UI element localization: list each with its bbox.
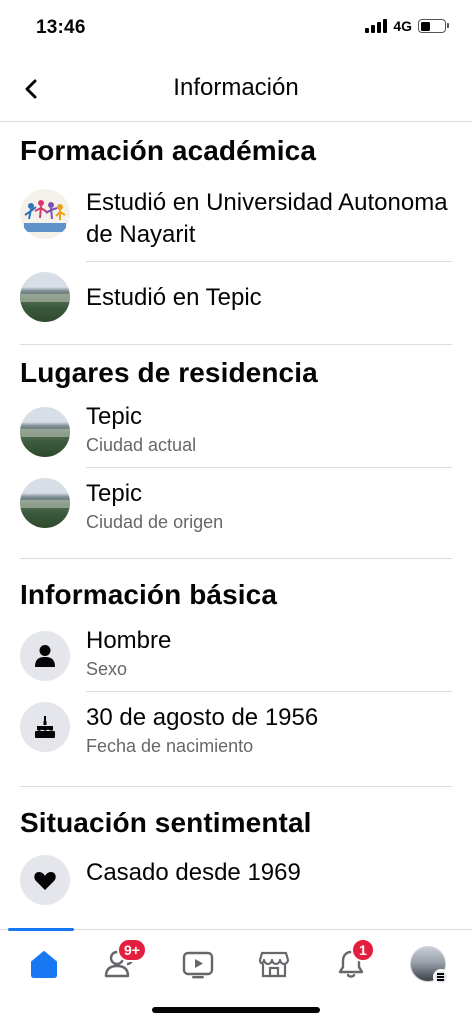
active-tab-indicator bbox=[8, 928, 74, 931]
list-item-hometown[interactable]: Tepic Ciudad de origen bbox=[20, 468, 452, 558]
status-time: 13:46 bbox=[36, 17, 86, 38]
home-indicator bbox=[152, 1007, 320, 1013]
hometown-caption: Ciudad de origen bbox=[86, 512, 224, 532]
section-title: Formación académica bbox=[20, 135, 317, 166]
section-title: Lugares de residencia bbox=[20, 357, 318, 388]
heart-icon bbox=[20, 855, 70, 905]
education-city-label: Estudió en Tepic bbox=[86, 284, 262, 311]
section-places: Lugares de residencia Tepic Ciudad actua… bbox=[20, 345, 452, 559]
person-icon bbox=[20, 631, 70, 681]
menu-icon bbox=[432, 969, 449, 985]
section-title: Información básica bbox=[20, 579, 277, 610]
section-relationship: Situación sentimental Casado desde 1969 bbox=[20, 787, 452, 905]
list-item-current-city[interactable]: Tepic Ciudad actual bbox=[20, 401, 452, 468]
nav-menu[interactable] bbox=[398, 942, 458, 986]
section-education: Formación académica Estudió en Universid… bbox=[20, 123, 452, 345]
section-basic-info: Información básica Hombre Sexo 30 de ago… bbox=[20, 559, 452, 787]
tepic-photo bbox=[20, 272, 70, 322]
nav-marketplace[interactable] bbox=[244, 942, 304, 986]
network-type: 4G bbox=[393, 18, 412, 34]
tepic-photo bbox=[20, 478, 70, 528]
notifications-badge: 1 bbox=[350, 938, 375, 962]
current-city-label: Tepic bbox=[86, 403, 143, 430]
university-photo bbox=[20, 189, 70, 239]
birthday-cake-icon bbox=[20, 702, 70, 752]
friends-badge: 9+ bbox=[116, 938, 147, 962]
birthday-caption: Fecha de nacimiento bbox=[86, 736, 254, 756]
marketplace-icon bbox=[259, 951, 290, 978]
relationship-label: Casado desde 1969 bbox=[86, 859, 301, 886]
video-icon bbox=[182, 951, 213, 979]
page-title: Información bbox=[173, 74, 299, 101]
battery-icon bbox=[418, 19, 449, 33]
status-indicators: 4G bbox=[365, 18, 449, 34]
page-header: Información bbox=[0, 58, 472, 122]
nav-notifications[interactable]: 1 bbox=[321, 938, 381, 986]
gender-label: Hombre bbox=[86, 627, 172, 654]
about-content[interactable]: Formación académica Estudió en Universid… bbox=[0, 123, 472, 929]
home-icon bbox=[31, 951, 58, 978]
list-item-relationship[interactable]: Casado desde 1969 bbox=[20, 849, 452, 905]
gender-caption: Sexo bbox=[86, 659, 128, 679]
signal-icon bbox=[365, 19, 388, 33]
list-item-education-university[interactable]: Estudió en Universidad Autonoma de Nayar… bbox=[20, 183, 452, 262]
nav-home[interactable] bbox=[14, 942, 74, 986]
tepic-photo bbox=[20, 407, 70, 457]
status-bar: 13:46 4G bbox=[0, 0, 472, 58]
hometown-label: Tepic bbox=[86, 480, 143, 507]
nav-friends[interactable]: 9+ bbox=[91, 938, 151, 986]
list-item-education-city[interactable]: Estudió en Tepic bbox=[20, 262, 452, 344]
nav-video[interactable] bbox=[168, 942, 228, 986]
bottom-nav: 9+ 1 bbox=[0, 928, 472, 1024]
education-university-label: Estudió en Universidad Autonoma de Nayar… bbox=[86, 189, 448, 248]
section-title: Situación sentimental bbox=[20, 807, 312, 838]
profile-avatar bbox=[409, 946, 449, 985]
birthday-label: 30 de agosto de 1956 bbox=[86, 704, 319, 731]
list-item-birthday[interactable]: 30 de agosto de 1956 Fecha de nacimiento bbox=[20, 692, 452, 786]
current-city-caption: Ciudad actual bbox=[86, 435, 197, 455]
list-item-gender[interactable]: Hombre Sexo bbox=[20, 621, 452, 692]
